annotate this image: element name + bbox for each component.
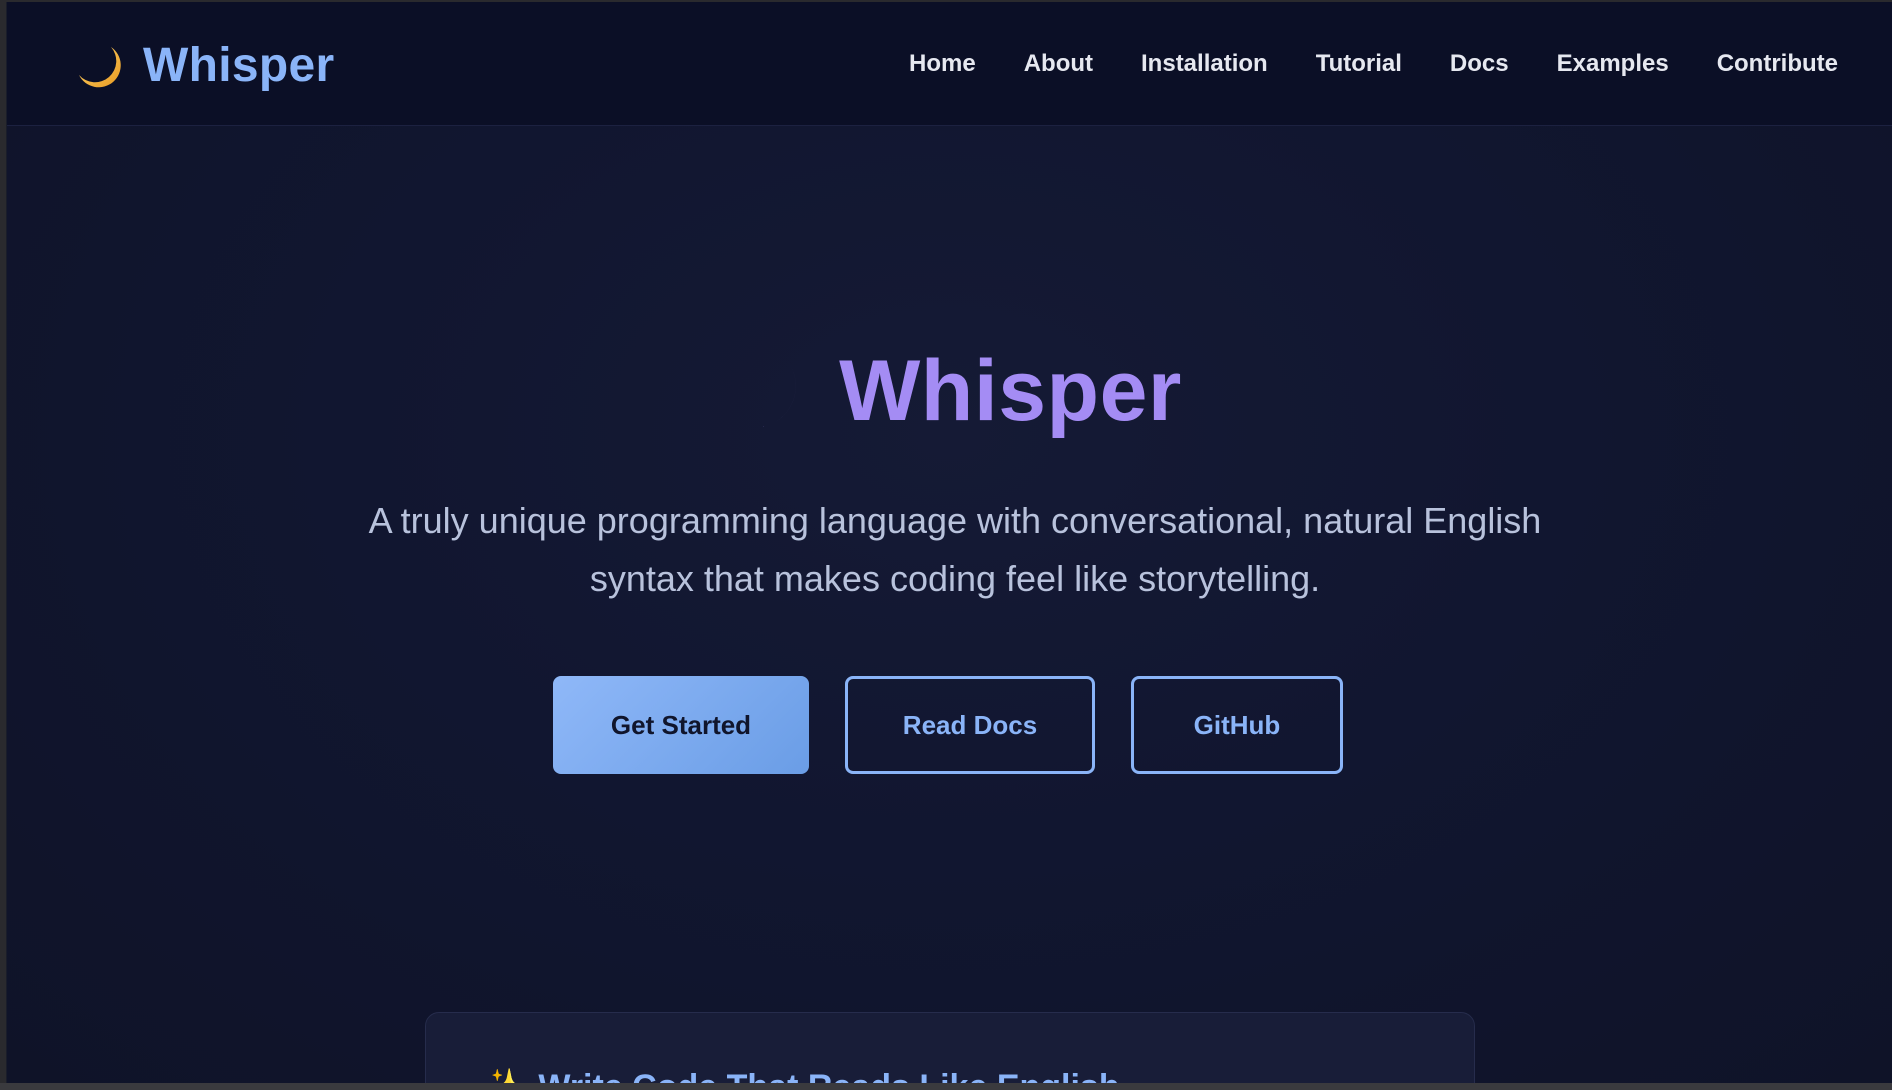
navbar: Whisper Home About Installation Tutorial… <box>7 2 1892 126</box>
hero-heading: Whisper <box>7 342 1892 441</box>
hero-subtitle-line2: syntax that makes coding feel like story… <box>589 558 1321 599</box>
nav-link-about[interactable]: About <box>1024 50 1093 78</box>
window-bottom-border <box>0 1083 1892 1090</box>
hero-actions: Get Started Read Docs GitHub <box>7 676 1892 774</box>
github-button[interactable]: GitHub <box>1131 676 1343 774</box>
brand-name: Whisper <box>143 39 335 92</box>
hero-subtitle-line1: A truly unique programming language with… <box>368 500 1542 541</box>
feature-card: ✨ Write Code That Reads Like English <box>425 1012 1475 1083</box>
hero-title: Whisper <box>839 343 1182 439</box>
browser-viewport: Whisper Home About Installation Tutorial… <box>6 2 1892 1083</box>
nav-link-examples[interactable]: Examples <box>1557 50 1669 78</box>
nav-menu: Home About Installation Tutorial Docs Ex… <box>861 50 1838 78</box>
nav-link-home[interactable]: Home <box>909 50 976 78</box>
crescent-moon-icon <box>73 41 123 91</box>
feature-card-title-text: Write Code That Reads Like English <box>538 1068 1119 1083</box>
nav-link-tutorial[interactable]: Tutorial <box>1316 50 1402 78</box>
brand-logo-link[interactable]: Whisper <box>73 38 334 93</box>
nav-link-docs[interactable]: Docs <box>1450 50 1509 78</box>
read-docs-button[interactable]: Read Docs <box>845 676 1095 774</box>
crescent-moon-icon <box>717 352 803 438</box>
nav-link-installation[interactable]: Installation <box>1141 50 1268 78</box>
sparkles-icon: ✨ <box>482 1068 524 1083</box>
nav-link-contribute[interactable]: Contribute <box>1717 50 1838 78</box>
hero-subtitle: A truly unique programming language with… <box>307 492 1603 608</box>
get-started-button[interactable]: Get Started <box>553 676 809 774</box>
feature-card-title: ✨ Write Code That Reads Like English <box>482 1067 1120 1083</box>
